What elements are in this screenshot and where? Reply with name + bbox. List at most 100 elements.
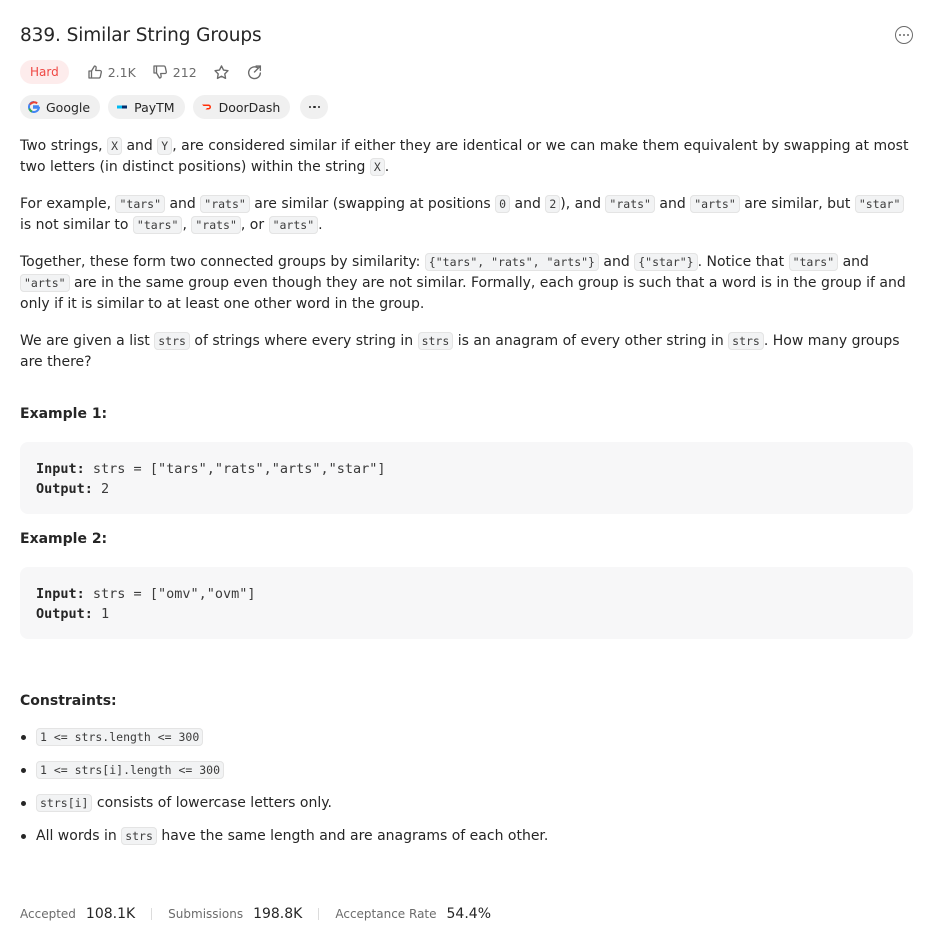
constraint-item: 1 <= strs[i].length <= 300 — [21, 760, 913, 781]
inline-code: "star" — [854, 195, 905, 213]
share-button[interactable] — [238, 60, 271, 84]
divider — [318, 908, 320, 920]
more-options-icon[interactable] — [895, 26, 913, 44]
inline-code: strs — [417, 332, 454, 350]
example-1-title: Example 1: — [20, 406, 108, 422]
example-1-box: Input: strs = ["tars","rats","arts","sta… — [20, 442, 913, 514]
text: is not similar to — [20, 217, 133, 233]
input-label: Input: — [36, 586, 85, 602]
example-input-line: Input: strs = ["omv","ovm"] — [36, 584, 897, 604]
inline-code: {"tars", "rats", "arts"} — [424, 253, 599, 271]
output-value: 1 — [101, 606, 110, 622]
like-button[interactable]: 2.1K — [79, 60, 144, 84]
accepted-stat: Accepted 108.1K — [20, 906, 135, 922]
stat-value: 108.1K — [85, 906, 136, 922]
text: and — [654, 196, 691, 212]
like-count: 2.1K — [107, 64, 136, 80]
text: ), and — [560, 196, 606, 212]
difficulty-badge[interactable]: Hard — [20, 60, 69, 84]
text: All words in — [36, 828, 122, 844]
example-output-line: Output: 1 — [36, 604, 897, 624]
inline-code: "arts" — [268, 216, 319, 234]
company-tag-doordash[interactable]: DoorDash — [192, 95, 291, 119]
text: . — [384, 159, 390, 175]
text: We are given a list — [20, 333, 155, 349]
problem-statement: Two strings, X and Y, are considered sim… — [20, 136, 913, 389]
inline-code: "rats" — [200, 195, 250, 213]
inline-code: "arts" — [690, 195, 740, 213]
text: have the same length and are anagrams of… — [156, 828, 549, 844]
company-tags: Google PayTM DoorDash — [20, 95, 329, 119]
text: of strings where every string in — [189, 333, 418, 349]
company-tag-label: Google — [46, 99, 91, 115]
text: are similar, but — [739, 196, 855, 212]
statement-paragraph-3: Together, these form two connected group… — [20, 252, 913, 315]
inline-code: X — [107, 137, 123, 155]
text: and — [510, 196, 546, 212]
inline-code: 0 — [495, 195, 511, 213]
dislike-button[interactable]: 212 — [144, 60, 205, 84]
text: For example, — [20, 196, 116, 212]
inline-code: 1 <= strs.length <= 300 — [36, 728, 204, 746]
stat-label: Accepted — [20, 907, 76, 921]
problem-description-panel: 839. Similar String Groups Hard 2.1K 212… — [0, 0, 933, 937]
example-2-title: Example 2: — [20, 531, 108, 547]
constraint-item: strs[i] consists of lowercase letters on… — [21, 793, 913, 814]
meta-row: Hard 2.1K 212 — [20, 59, 271, 85]
stat-label: Submissions — [168, 907, 244, 921]
text: and — [122, 138, 158, 154]
input-label: Input: — [36, 461, 85, 477]
text: and — [838, 254, 869, 270]
acceptance-rate-stat: Acceptance Rate 54.4% — [335, 906, 491, 922]
star-icon — [213, 64, 229, 79]
title-row: 839. Similar String Groups — [20, 22, 913, 48]
output-label: Output: — [36, 606, 93, 622]
submissions-stat: Submissions 198.8K — [168, 906, 302, 922]
more-tags-button[interactable] — [300, 95, 329, 119]
divider — [151, 908, 153, 920]
text: Two strings, — [20, 138, 108, 154]
output-value: 2 — [101, 481, 110, 497]
inline-code: strs — [728, 332, 764, 350]
inline-code: strs[i] — [36, 794, 93, 812]
statement-paragraph-4: We are given a list strs of strings wher… — [20, 331, 913, 373]
google-logo-icon — [28, 101, 40, 113]
company-tag-label: DoorDash — [218, 99, 281, 115]
text: . Notice that — [697, 254, 789, 270]
statement-paragraph-1: Two strings, X and Y, are considered sim… — [20, 136, 913, 178]
favorite-button[interactable] — [205, 60, 238, 84]
inline-code: "rats" — [191, 216, 241, 234]
company-tag-paytm[interactable]: PayTM — [108, 95, 185, 119]
company-tag-label: PayTM — [134, 99, 175, 115]
text: are similar (swapping at positions — [249, 196, 496, 212]
inline-code: strs — [121, 827, 157, 845]
inline-code: Y — [157, 137, 173, 155]
example-2-box: Input: strs = ["omv","ovm"] Output: 1 — [20, 567, 913, 639]
text: is an anagram of every other string in — [453, 333, 729, 349]
statement-paragraph-2: For example, "tars" and "rats" are simil… — [20, 194, 913, 236]
thumbs-up-icon — [88, 65, 102, 79]
paytm-logo-icon — [117, 105, 128, 109]
inline-code: strs — [154, 332, 190, 350]
problem-title[interactable]: 839. Similar String Groups — [20, 25, 262, 46]
example-output-line: Output: 2 — [36, 479, 897, 499]
stat-value: 198.8K — [253, 906, 303, 922]
text: and — [165, 196, 201, 212]
doordash-logo-icon — [201, 104, 211, 110]
input-value: strs = ["tars","rats","arts","star"] — [92, 461, 386, 477]
company-tag-google[interactable]: Google — [20, 95, 101, 119]
constraints-title: Constraints: — [20, 693, 117, 709]
dislike-count: 212 — [172, 64, 197, 80]
input-value: strs = ["omv","ovm"] — [92, 586, 256, 602]
text: consists of lowercase letters only. — [92, 795, 332, 811]
constraint-item: 1 <= strs.length <= 300 — [21, 727, 913, 748]
inline-code: 2 — [545, 195, 561, 213]
stats-bar: Accepted 108.1K Submissions 198.8K Accep… — [20, 903, 491, 925]
inline-code: "tars" — [132, 216, 183, 234]
inline-code: 1 <= strs[i].length <= 300 — [36, 761, 225, 779]
inline-code: "arts" — [20, 274, 70, 292]
stat-label: Acceptance Rate — [335, 907, 437, 921]
inline-code: {"star"} — [634, 253, 698, 271]
example-input-line: Input: strs = ["tars","rats","arts","sta… — [36, 459, 897, 479]
share-icon — [247, 64, 261, 79]
